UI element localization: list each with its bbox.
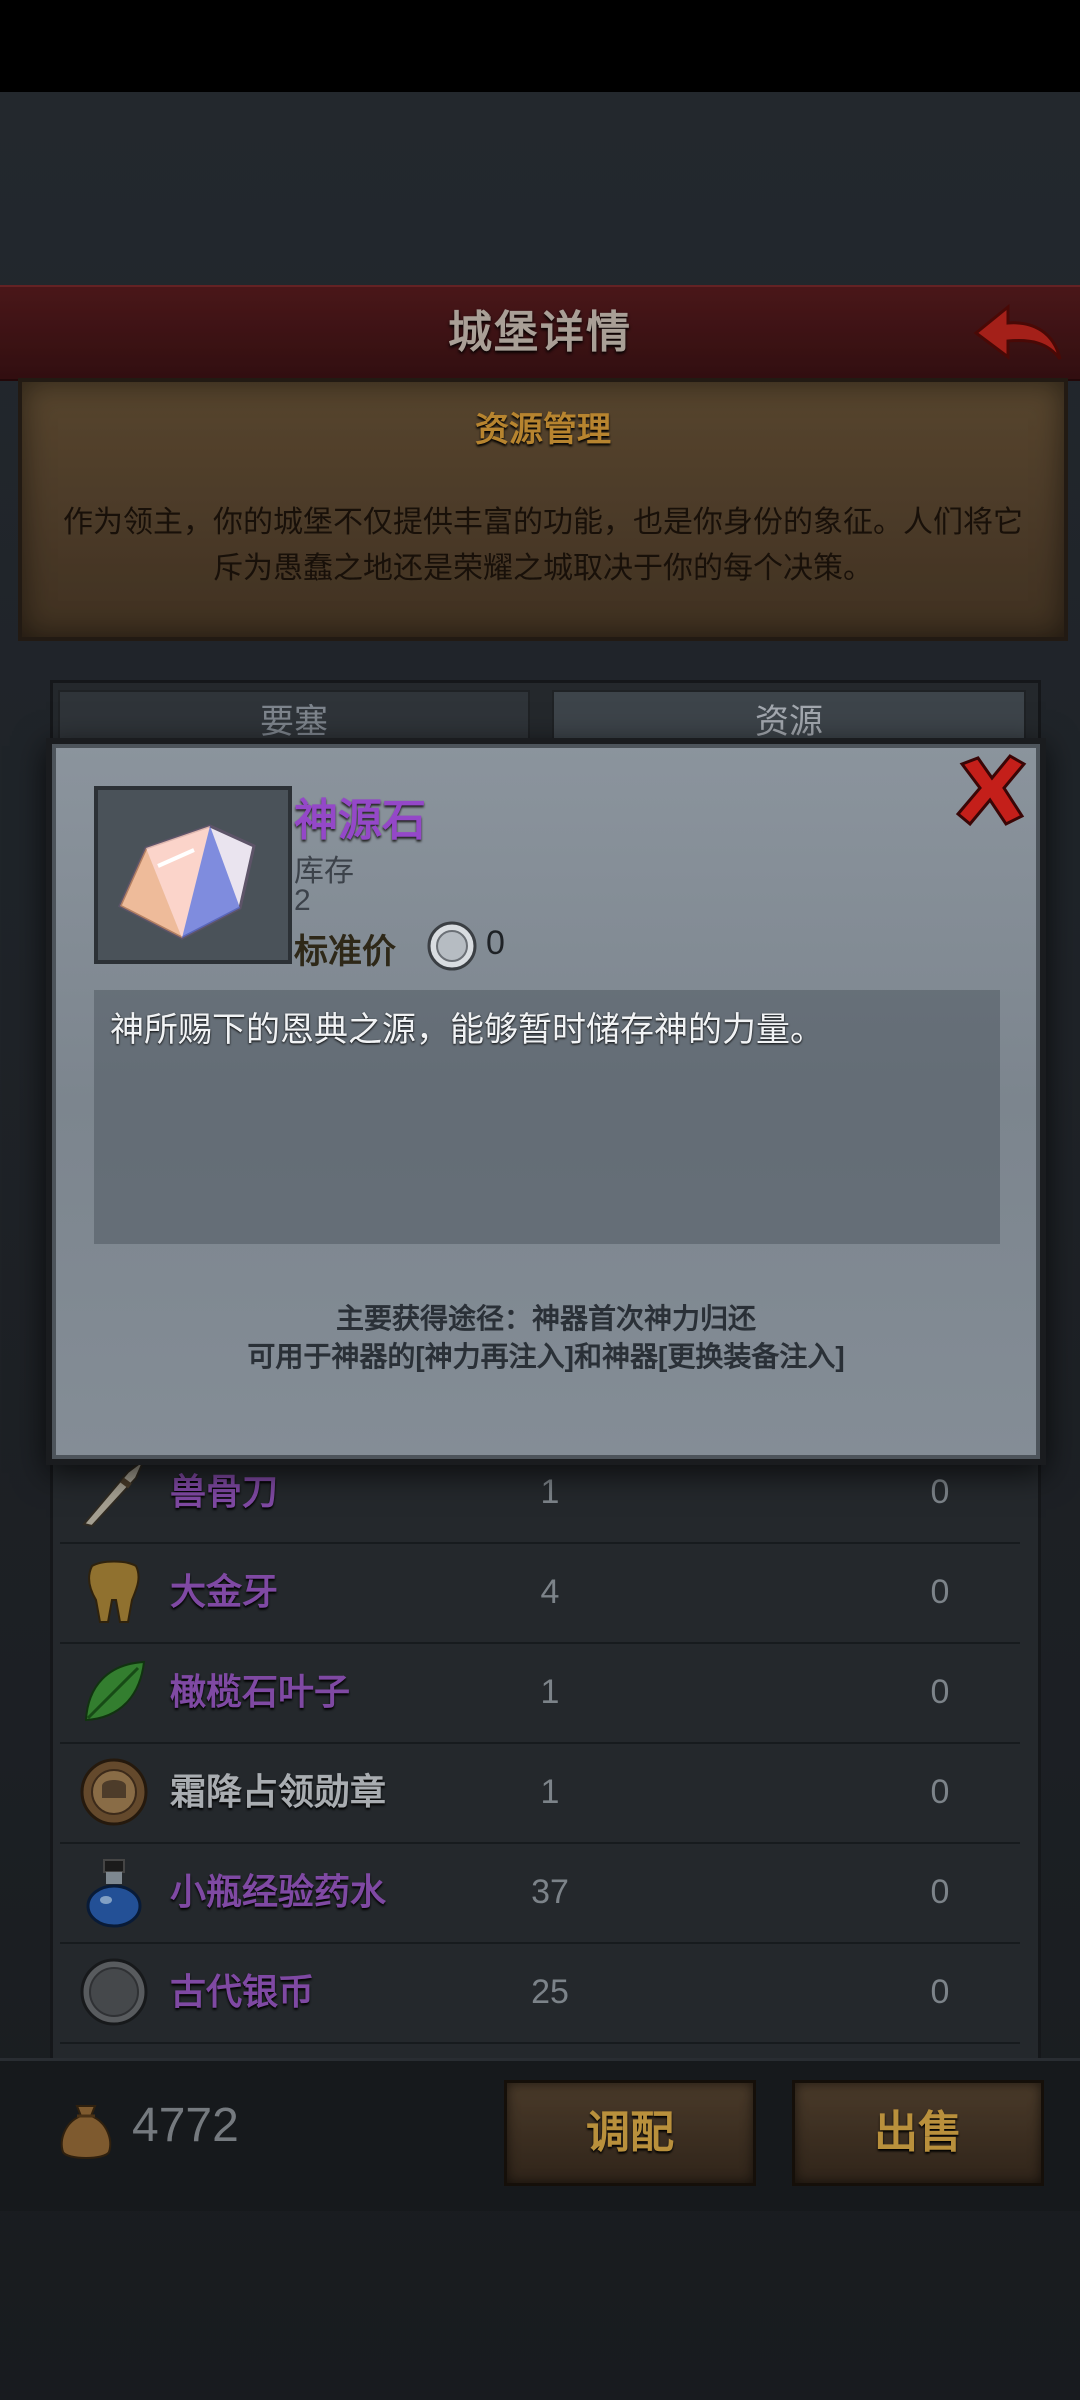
silver-coin-icon [427,921,477,971]
status-bar [0,0,1080,92]
popup-item-name: 神源石 [294,796,426,845]
source-line-2: 可用于神器的[神力再注入]和神器[更换装备注入] [247,1341,845,1372]
item-icon-frame [94,786,292,964]
price-value: 0 [486,924,505,962]
source-line-1: 主要获得途径：神器首次神力归还 [335,1303,756,1334]
close-icon [955,754,1027,827]
divine-stone-icon [118,824,256,940]
item-description: 神所赐下的恩典之源，能够暂时储存神的力量。 [110,1011,824,1049]
source-info: 主要获得途径：神器首次神力归还 可用于神器的[神力再注入]和神器[更换装备注入] [52,1300,1040,1376]
item-detail-popup: 神源石 库存 2 标准价 0 神所赐下的恩典之源，能够暂时储存神的力量。 主要获… [46,738,1046,1465]
close-button[interactable] [950,750,1032,832]
stock-value: 2 [294,884,311,917]
price-label: 标准价 [294,933,396,971]
